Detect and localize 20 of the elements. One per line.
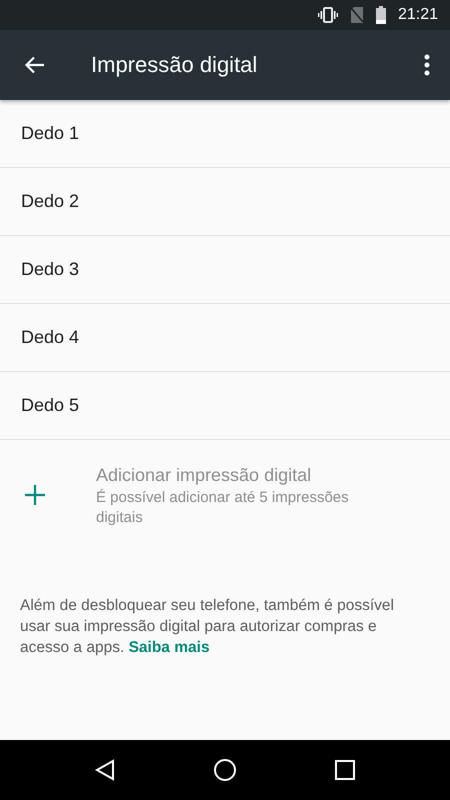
battery-icon — [376, 6, 386, 24]
fingerprint-item[interactable]: Dedo 5 — [0, 372, 450, 440]
triangle-back-icon — [94, 759, 116, 781]
fingerprint-item[interactable]: Dedo 4 — [0, 304, 450, 372]
fingerprint-item[interactable]: Dedo 3 — [0, 236, 450, 304]
plus-icon — [25, 485, 45, 505]
fingerprint-item[interactable]: Dedo 2 — [0, 168, 450, 236]
add-fingerprint-title: Adicionar impressão digital — [96, 464, 312, 487]
clock-time: 21:21 — [398, 6, 438, 24]
fingerprint-item[interactable]: Dedo 1 — [0, 100, 450, 168]
circle-home-icon — [213, 758, 237, 782]
square-recents-icon — [335, 760, 355, 780]
screen-title: Impressão digital — [91, 52, 258, 78]
vibrate-icon — [318, 7, 338, 23]
add-fingerprint-summary: É possível adicionar até 5 impressões digitais — [96, 488, 350, 528]
no-sim-icon — [350, 7, 364, 23]
back-arrow-icon — [24, 54, 46, 76]
learn-more-link[interactable]: Saiba mais — [128, 639, 210, 656]
more-vertical-icon — [424, 54, 430, 76]
info-text: Além de desbloquear seu telefone, também é possível usar sua impressão digital para autorizar compras e acesso a apps. Saiba mais — [20, 596, 395, 658]
